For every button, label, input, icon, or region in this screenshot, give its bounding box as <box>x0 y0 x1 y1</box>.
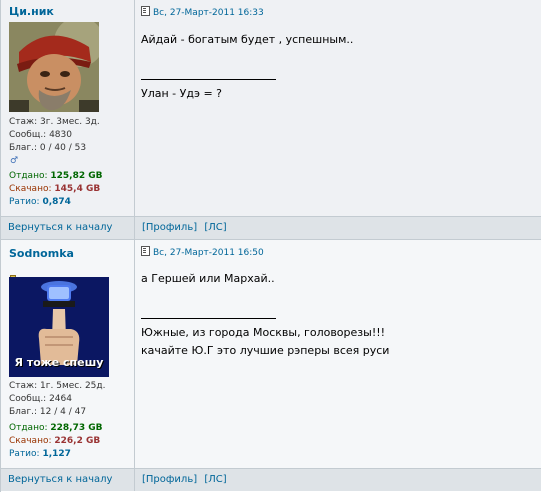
stat-ratio-value: 1,127 <box>42 449 71 459</box>
stat-ratio-value: 0,874 <box>42 197 71 207</box>
post-icon[interactable] <box>141 6 150 16</box>
profile-link[interactable]: [Профиль] <box>142 474 197 485</box>
stat-thanks: Благ.: 0 / 40 / 53 <box>9 143 87 153</box>
stat-uploaded-label: Отдано: <box>9 423 48 433</box>
rank-icon <box>10 266 24 300</box>
stat-downloaded: Скачано: 226,2 GB <box>9 435 100 447</box>
stat-uploaded: Отдано: 125,82 GB <box>9 170 103 182</box>
stat-ratio-label: Ратио: <box>9 197 40 207</box>
post-date-text[interactable]: Вс, 27-Март-2011 16:50 <box>153 248 264 258</box>
post-date-text[interactable]: Вс, 27-Март-2011 16:33 <box>153 8 264 18</box>
post-author-panel: Sodnomka Я тоже спешу Стаж: 1г. 5мес. 25… <box>1 240 135 468</box>
avatar: Я тоже спешу <box>9 277 109 377</box>
post-text-line: Айдай - богатым будет , успешным.. <box>141 33 354 46</box>
stat-downloaded-label: Скачано: <box>9 436 52 446</box>
profile-link[interactable]: [Профиль] <box>142 222 197 233</box>
signature-divider <box>141 79 276 80</box>
stat-ratio: Ратио: 1,127 <box>9 448 71 460</box>
post-signature: Улан - Удэ = ? <box>141 87 223 100</box>
forum-topic: Ци.ник Стаж: 3г. 3мес. 3д. Сообщ.: 4830 … <box>0 0 541 492</box>
post-content-panel: Вс, 27-Март-2011 16:33 Айдай - богатым б… <box>135 0 541 216</box>
post-icon[interactable] <box>141 246 150 256</box>
post-links: [Профиль] [ЛС] <box>142 222 231 233</box>
post-date: Вс, 27-Март-2011 16:50 <box>141 246 264 258</box>
stat-tenure: Стаж: 1г. 5мес. 25д. <box>9 381 106 391</box>
stat-downloaded-label: Скачано: <box>9 184 52 194</box>
signature-divider <box>141 318 276 319</box>
footer-separator <box>134 469 135 491</box>
stat-downloaded-value: 226,2 GB <box>54 436 101 446</box>
post-footer: Вернуться к началу [Профиль] [ЛС] <box>1 468 541 491</box>
stat-downloaded-value: 145,4 GB <box>54 184 101 194</box>
stat-downloaded: Скачано: 145,4 GB <box>9 183 100 195</box>
stat-ratio-label: Ратио: <box>9 449 40 459</box>
post-footer: Вернуться к началу [Профиль] [ЛС] <box>1 216 541 239</box>
avatar-image <box>9 17 104 112</box>
post: Ци.ник Стаж: 3г. 3мес. 3д. Сообщ.: 4830 … <box>1 0 541 240</box>
post: Sodnomka Я тоже спешу Стаж: 1г. 5мес. 25… <box>1 240 541 492</box>
stat-uploaded: Отдано: 228,73 GB <box>9 422 103 434</box>
post-author-panel: Ци.ник Стаж: 3г. 3мес. 3д. Сообщ.: 4830 … <box>1 0 135 216</box>
footer-separator <box>134 217 135 239</box>
male-icon: ♂ <box>10 156 19 166</box>
post-signature: качайте Ю.Г это лучшие рэперы всея руси <box>141 344 390 357</box>
stat-uploaded-value: 125,82 GB <box>50 171 103 181</box>
back-to-top-link[interactable]: Вернуться к началу <box>8 474 112 485</box>
stat-messages: Сообщ.: 4830 <box>9 130 72 140</box>
stat-thanks: Благ.: 12 / 4 / 47 <box>9 407 87 417</box>
avatar <box>9 17 104 112</box>
back-to-top-link[interactable]: Вернуться к началу <box>8 222 112 233</box>
post-text-line: а Гершей или Мархай.. <box>141 272 275 285</box>
post-links: [Профиль] [ЛС] <box>142 474 231 485</box>
stat-messages: Сообщ.: 2464 <box>9 394 72 404</box>
stat-uploaded-label: Отдано: <box>9 171 48 181</box>
post-signature: Южные, из города Москвы, головорезы!!! <box>141 326 386 339</box>
pm-link[interactable]: [ЛС] <box>204 474 226 485</box>
stat-tenure: Стаж: 3г. 3мес. 3д. <box>9 117 100 127</box>
author-name[interactable]: Ци.ник <box>9 5 54 18</box>
stat-uploaded-value: 228,73 GB <box>50 423 103 433</box>
stat-ratio: Ратио: 0,874 <box>9 196 71 208</box>
avatar-caption: Я тоже спешу <box>14 356 104 369</box>
pm-link[interactable]: [ЛС] <box>204 222 226 233</box>
post-date: Вс, 27-Март-2011 16:33 <box>141 6 264 18</box>
post-content-panel: Вс, 27-Март-2011 16:50 а Гершей или Марх… <box>135 240 541 468</box>
author-name[interactable]: Sodnomka <box>9 247 74 260</box>
